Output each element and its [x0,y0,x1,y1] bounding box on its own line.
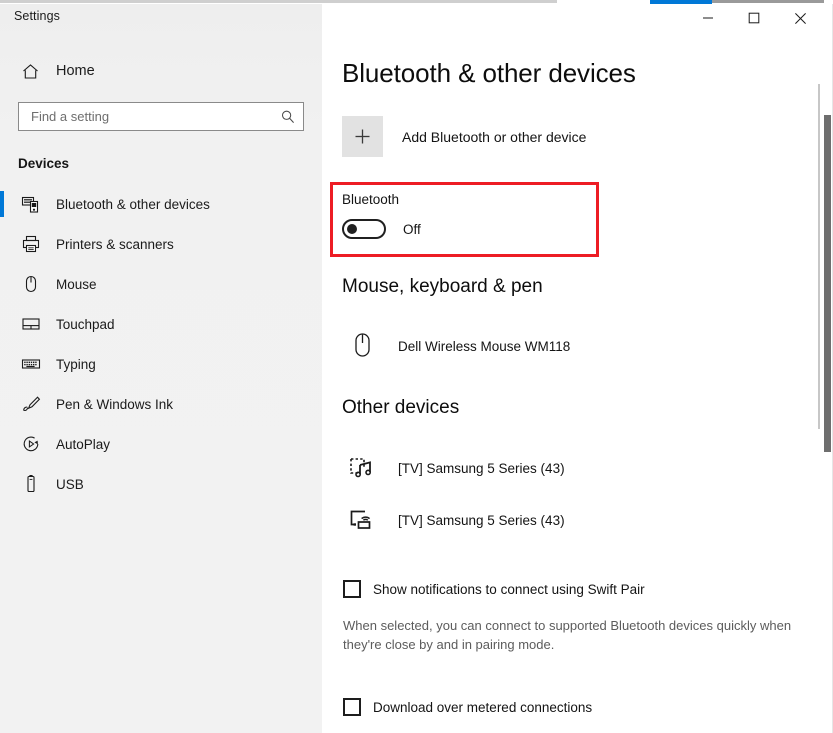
top-chrome-sliver [0,0,833,4]
sidebar-item-pen-windows-ink[interactable]: Pen & Windows Ink [0,384,322,424]
selection-indicator [0,271,4,297]
title-bar: Settings [0,4,833,36]
sidebar-item-printers-scanners[interactable]: Printers & scanners [0,224,322,264]
selection-indicator [0,311,4,337]
selection-indicator [0,391,4,417]
home-icon [18,59,42,83]
other-devices-heading: Other devices [342,397,459,419]
toggle-knob [347,224,357,234]
sidebar-nav-list: Bluetooth & other devices Printers & [0,184,322,504]
device-name: [TV] Samsung 5 Series (43) [398,513,565,528]
touchpad-icon [18,311,44,337]
search-box[interactable] [18,102,304,131]
bluetooth-toggle-state: Off [403,222,421,237]
search-input[interactable] [19,109,275,124]
sidebar-item-label: AutoPlay [56,437,110,452]
sidebar-item-autoplay[interactable]: AutoPlay [0,424,322,464]
selection-indicator [0,191,4,217]
usb-icon [18,471,44,497]
sidebar-section-title: Devices [0,156,322,171]
wireless-display-icon [342,500,382,540]
autoplay-icon [18,431,44,457]
selection-indicator [0,351,4,377]
sidebar-item-label: Mouse [56,277,97,292]
device-name: Dell Wireless Mouse WM118 [398,339,570,354]
add-bluetooth-or-other-device-button[interactable]: Add Bluetooth or other device [342,116,586,157]
chrome-sliver-right [712,0,824,3]
pen-icon [18,391,44,417]
sidebar-item-usb[interactable]: USB [0,464,322,504]
device-list-item[interactable]: Dell Wireless Mouse WM118 [342,326,570,366]
bluetooth-toggle[interactable] [342,219,386,239]
minimize-button[interactable] [685,0,731,36]
metered-checkbox[interactable] [343,698,361,716]
window-scrollbar-thumb[interactable] [824,115,831,452]
swift-pair-checkbox-row[interactable]: Show notifications to connect using Swif… [343,580,645,598]
swift-pair-help-text: When selected, you can connect to suppor… [343,616,813,654]
sidebar: Home Devices [0,0,322,733]
minimize-icon [702,12,714,24]
sidebar-item-label: USB [56,477,84,492]
bluetooth-devices-icon [18,191,44,217]
window-title: Settings [14,9,60,23]
mouse-keyboard-pen-heading: Mouse, keyboard & pen [342,276,543,298]
printer-icon [18,231,44,257]
bluetooth-label: Bluetooth [342,192,399,207]
selection-indicator [0,231,4,257]
page-title: Bluetooth & other devices [342,58,636,89]
selection-indicator [0,431,4,457]
device-name: [TV] Samsung 5 Series (43) [398,461,565,476]
settings-window: Home Devices [0,0,833,733]
close-icon [794,12,807,25]
device-list-item[interactable]: [TV] Samsung 5 Series (43) [342,500,565,540]
mouse-device-icon [342,326,382,366]
sidebar-item-mouse[interactable]: Mouse [0,264,322,304]
media-device-icon [342,448,382,488]
search-icon[interactable] [275,103,301,130]
add-device-label: Add Bluetooth or other device [402,129,586,145]
sidebar-item-touchpad[interactable]: Touchpad [0,304,322,344]
sidebar-item-bluetooth-other-devices[interactable]: Bluetooth & other devices [0,184,322,224]
maximize-icon [748,12,760,24]
window-controls [685,0,823,36]
chrome-sliver-left [0,0,557,3]
keyboard-icon [18,351,44,377]
metered-checkbox-row[interactable]: Download over metered connections [343,698,592,716]
bluetooth-toggle-row[interactable]: Off [342,219,421,239]
selection-indicator [0,471,4,497]
chrome-sliver-accent [650,0,712,4]
close-button[interactable] [777,0,823,36]
sidebar-item-home[interactable]: Home [0,54,322,88]
sidebar-item-label: Typing [56,357,96,372]
mouse-icon [18,271,44,297]
sidebar-item-home-label: Home [56,63,95,79]
main-content: Bluetooth & other devices Add Bluetooth … [322,36,833,733]
sidebar-inner: Home Devices [0,36,322,504]
sidebar-item-label: Printers & scanners [56,237,174,252]
swift-pair-checkbox[interactable] [343,580,361,598]
sidebar-item-label: Bluetooth & other devices [56,197,210,212]
metered-label: Download over metered connections [373,700,592,715]
device-list-item[interactable]: [TV] Samsung 5 Series (43) [342,448,565,488]
sidebar-item-label: Pen & Windows Ink [56,397,173,412]
swift-pair-label: Show notifications to connect using Swif… [373,582,645,597]
plus-icon [342,116,383,157]
sidebar-item-typing[interactable]: Typing [0,344,322,384]
sidebar-item-label: Touchpad [56,317,115,332]
maximize-button[interactable] [731,0,777,36]
